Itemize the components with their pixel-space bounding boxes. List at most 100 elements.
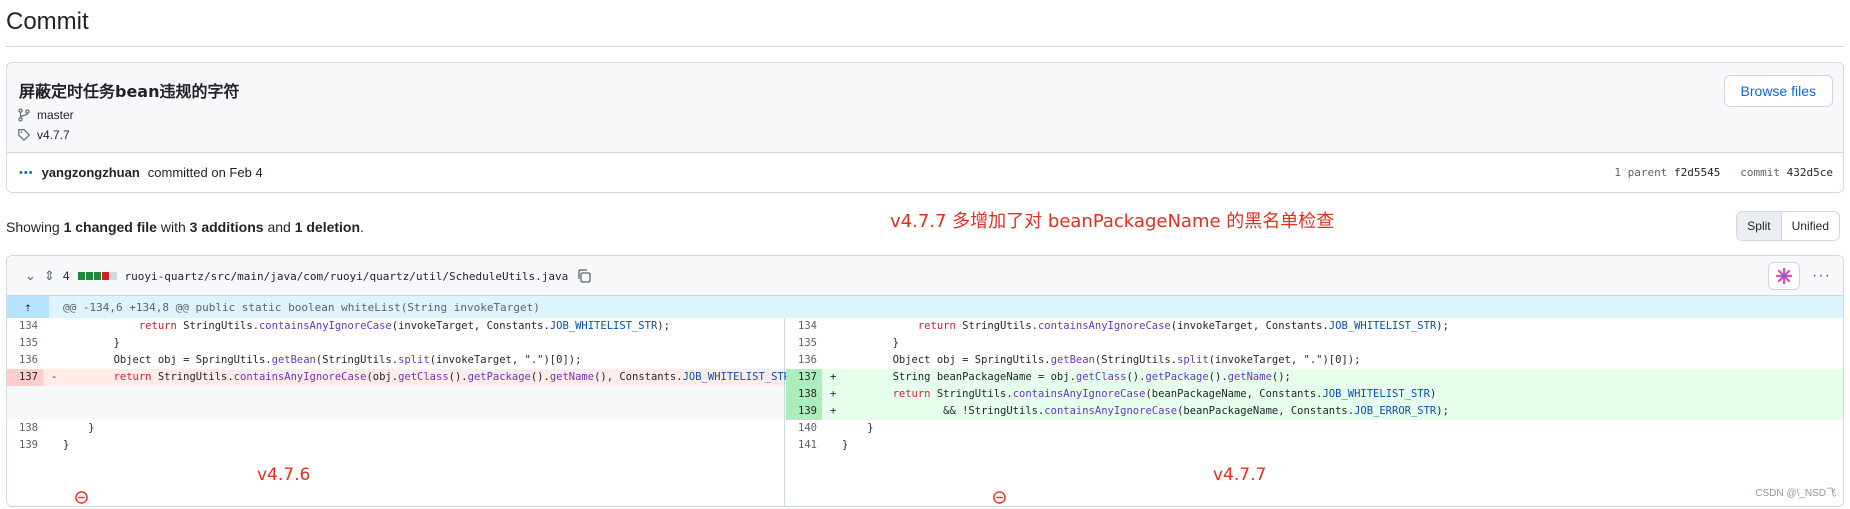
line-number[interactable]: 136	[7, 352, 43, 369]
tag-icon	[18, 129, 31, 142]
file-path[interactable]: ruoyi-quartz/src/main/java/com/ruoyi/qua…	[125, 270, 569, 283]
old-diff-line	[7, 403, 784, 420]
line-number[interactable]: 138	[7, 420, 43, 437]
line-number[interactable]	[7, 386, 43, 403]
line-number[interactable]: 137	[786, 369, 822, 386]
view-toggle: Split Unified	[1736, 211, 1840, 241]
minus-circle-icon	[75, 491, 88, 504]
title-divider	[6, 46, 1844, 47]
expand-up-icon[interactable]: ⇡	[7, 296, 49, 318]
annotation-top: v4.7.7 多增加了对 beanPackageName 的黑名单检查	[890, 211, 1335, 232]
old-diff-line: 134 return StringUtils.containsAnyIgnore…	[7, 318, 784, 335]
summary-additions: 3 additions	[189, 219, 264, 235]
line-number[interactable]: 139	[786, 403, 822, 420]
line-number[interactable]	[7, 403, 43, 420]
branch-name: master	[37, 108, 74, 122]
code-text: return StringUtils.containsAnyIgnoreCase…	[892, 388, 1437, 400]
new-diff-line: 140 }	[786, 420, 1843, 437]
line-number[interactable]: 140	[786, 420, 822, 437]
line-number[interactable]: 137	[7, 369, 43, 386]
right-version-annotation: v4.7.7	[1213, 465, 1267, 485]
diffstat	[77, 272, 117, 280]
code-text: }	[63, 337, 120, 349]
browse-files-button[interactable]: Browse files	[1723, 75, 1833, 107]
line-number[interactable]: 134	[786, 318, 822, 335]
commit-label: commit	[1740, 166, 1781, 179]
branch-icon	[18, 108, 30, 122]
new-diff-line: 138 + return StringUtils.containsAnyIgnor…	[786, 386, 1843, 403]
line-number[interactable]: 135	[786, 335, 822, 352]
summary-with: with	[160, 219, 186, 235]
left-version-annotation: v4.7.6	[257, 465, 311, 485]
commit-shas: 1 parent f2d5545 commit 432d5ce	[1614, 166, 1833, 179]
old-diff-line: 136 Object obj = SpringUtils.getBean(Str…	[7, 352, 784, 369]
commit-author[interactable]: yangzongzhuan	[42, 165, 140, 180]
diff-marker: +	[830, 371, 837, 383]
kebab-icon[interactable]: ···	[1812, 267, 1831, 285]
new-diff-line: 136 Object obj = SpringUtils.getBean(Str…	[786, 352, 1843, 369]
summary-changed: 1 changed file	[63, 219, 157, 235]
code-text: return StringUtils.containsAnyIgnoreCase…	[138, 320, 670, 332]
sparkle-icon	[1776, 268, 1793, 284]
commit-tag[interactable]: v4.7.7	[17, 128, 70, 142]
commit-header: 屏蔽定时任务bean违规的字符 master v4.7.7 Browse fil…	[7, 63, 1843, 153]
watermark: CSDN @\_NSD飞	[1755, 488, 1836, 499]
diff-summary: Showing 1 changed file with 3 additions …	[6, 219, 364, 235]
chevron-down-icon[interactable]: ⌄	[25, 268, 36, 284]
copy-icon[interactable]	[576, 268, 592, 284]
old-diff-line: 139}	[7, 437, 784, 454]
new-version-pane: 134 return StringUtils.containsAnyIgnore…	[786, 318, 1843, 506]
old-diff-line: 138 }	[7, 420, 784, 437]
code-text: return StringUtils.containsAnyIgnoreCase…	[113, 371, 803, 383]
minus-circle-icon	[993, 491, 1006, 504]
new-diff-line: 139 + && !StringUtils.containsAnyIgnoreCa…	[786, 403, 1843, 420]
parent-sha-link[interactable]: f2d5545	[1674, 166, 1720, 179]
commit-branch[interactable]: master	[17, 108, 74, 122]
commit-footer: ••• yangzongzhuan committed on Feb 4 1 p…	[7, 153, 1843, 192]
code-text: && !StringUtils.containsAnyIgnoreCase(be…	[842, 405, 1449, 417]
hunk-text: @@ -134,6 +134,8 @@ public static boolea…	[63, 301, 540, 314]
old-version-pane: 134 return StringUtils.containsAnyIgnore…	[7, 318, 803, 506]
code-text: return StringUtils.containsAnyIgnoreCase…	[917, 320, 1449, 332]
commits-dots-icon[interactable]: •••	[19, 167, 34, 179]
old-diff-line: 135 }	[7, 335, 784, 352]
summary-suffix: .	[360, 219, 364, 235]
old-diff-line	[7, 386, 784, 403]
commit-message: 屏蔽定时任务bean违规的字符	[19, 82, 240, 101]
diff-marker: +	[830, 388, 837, 400]
old-diff-line: 137- return StringUtils.containsAnyIgnor…	[7, 369, 803, 386]
code-text: String beanPackageName = obj.getClass().…	[842, 371, 1291, 383]
copilot-button[interactable]	[1768, 262, 1801, 290]
code-text: }	[842, 439, 849, 451]
commit-panel: 屏蔽定时任务bean违规的字符 master v4.7.7 Browse fil…	[6, 62, 1844, 193]
code-text: Object obj = SpringUtils.getBean(StringU…	[842, 354, 1361, 366]
new-diff-line: 135 }	[786, 335, 1843, 352]
line-number[interactable]: 134	[7, 318, 43, 335]
new-diff-line: 137 + String beanPackageName = obj.getCla…	[786, 369, 1843, 386]
line-number[interactable]: 138	[786, 386, 822, 403]
line-number[interactable]: 139	[7, 437, 43, 454]
code-text: }	[63, 422, 95, 434]
code-text: Object obj = SpringUtils.getBean(StringU…	[63, 354, 582, 366]
page-title: Commit	[6, 8, 89, 35]
summary-prefix: Showing	[6, 219, 60, 235]
line-number[interactable]: 136	[786, 352, 822, 369]
change-count: 4	[62, 269, 70, 283]
unified-view-button[interactable]: Unified	[1782, 212, 1839, 240]
line-number[interactable]: 135	[7, 335, 43, 352]
hunk-header: ⇡ @@ -134,6 +134,8 @@ public static bool…	[7, 296, 1843, 318]
tag-name: v4.7.7	[37, 128, 70, 142]
commit-sha: 432d5ce	[1786, 166, 1833, 179]
code-text: }	[63, 439, 70, 451]
code-text: }	[842, 422, 874, 434]
commit-date: committed on Feb 4	[147, 165, 263, 180]
new-diff-line: 134 return StringUtils.containsAnyIgnore…	[786, 318, 1843, 335]
line-number[interactable]: 141	[786, 437, 822, 454]
summary-deletions: 1 deletion	[294, 219, 361, 235]
expand-icon[interactable]: ⇕	[44, 268, 55, 284]
split-view-button[interactable]: Split	[1737, 212, 1782, 240]
summary-and: and	[267, 219, 291, 235]
code-text: }	[842, 337, 899, 349]
diff-marker: +	[830, 405, 837, 417]
new-diff-line: 141}	[786, 437, 1843, 454]
